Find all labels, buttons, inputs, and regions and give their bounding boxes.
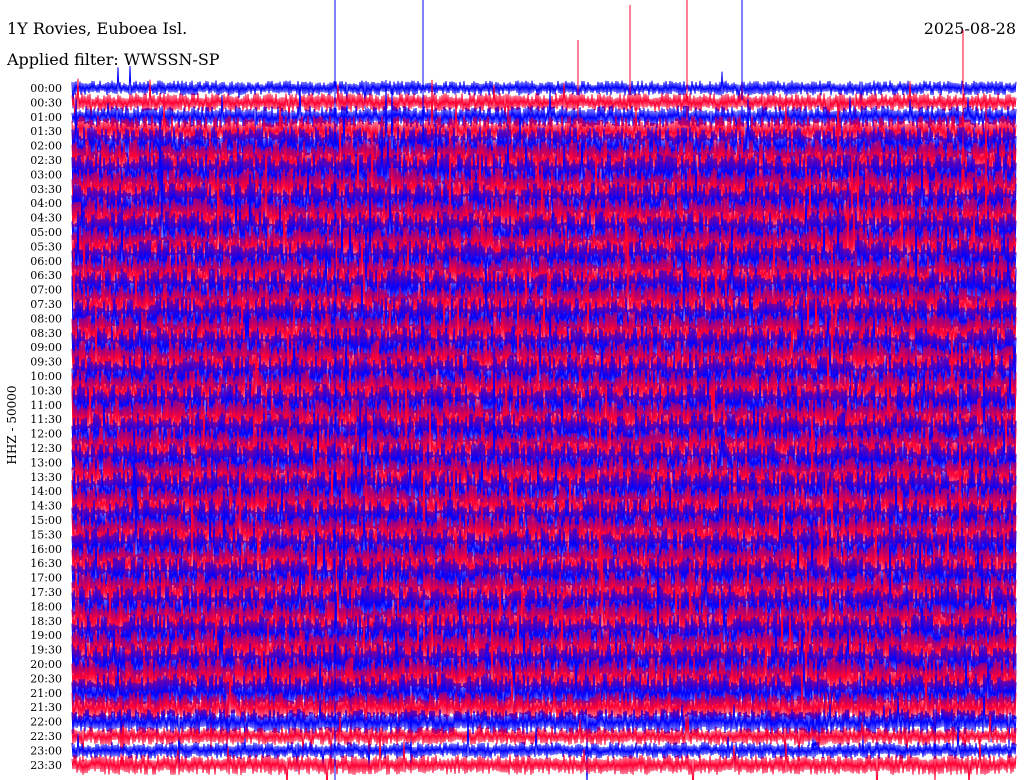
time-tick-label: 14:30	[30, 500, 62, 513]
time-tick-label: 23:00	[30, 744, 62, 757]
time-tick-label: 22:30	[30, 730, 62, 743]
time-tick-label: 13:00	[30, 456, 62, 469]
time-tick-label: 02:00	[30, 140, 62, 153]
time-tick-label: 08:30	[30, 327, 62, 340]
time-tick-label: 14:00	[30, 485, 62, 498]
time-tick-label: 03:00	[30, 168, 62, 181]
time-tick-label: 07:00	[30, 284, 62, 297]
helicorder-plot: 00:0000:30 01:0001:30 02:0002:3003:00 03:30…	[30, 0, 1017, 780]
time-tick-label: 01:00	[30, 111, 62, 124]
time-tick-label: 19:30	[30, 644, 62, 657]
time-tick-label: 17:00	[30, 572, 62, 585]
time-tick-label: 21:00	[30, 687, 62, 700]
time-tick-label: 05:00	[30, 226, 62, 239]
time-tick-label: 09:30	[30, 356, 62, 369]
time-tick-label: 01:30	[30, 125, 62, 138]
time-tick-label: 10:00	[30, 370, 62, 383]
time-tick-label: 11:00	[30, 399, 62, 412]
time-tick-label: 00:30	[30, 96, 62, 109]
time-tick-label: 16:30	[30, 557, 62, 570]
time-tick-label: 16:00	[30, 543, 62, 556]
time-tick-label: 22:00	[30, 716, 62, 729]
time-tick-label: 02:30	[30, 154, 62, 167]
time-tick-label: 04:30	[30, 212, 62, 225]
time-tick-label: 12:30	[30, 442, 62, 455]
time-tick-label: 03:30	[30, 183, 62, 196]
time-tick-label: 08:00	[30, 312, 62, 325]
time-tick-label: 07:30	[30, 298, 62, 311]
time-tick-label: 20:30	[30, 672, 62, 685]
time-tick-label: 09:00	[30, 341, 62, 354]
time-tick-label: 15:00	[30, 514, 62, 527]
time-tick-label: 18:30	[30, 615, 62, 628]
time-tick-label: 18:00	[30, 600, 62, 613]
time-tick-label: 00:00	[30, 82, 62, 95]
time-tick-label: 21:30	[30, 701, 62, 714]
time-tick-label: 05:30	[30, 240, 62, 253]
time-tick-label: 17:30	[30, 586, 62, 599]
time-tick-label: 15:30	[30, 528, 62, 541]
time-tick-label: 10:30	[30, 384, 62, 397]
time-tick-label: 06:00	[30, 255, 62, 268]
time-tick-label: 20:00	[30, 658, 62, 671]
time-tick-label: 12:00	[30, 428, 62, 441]
time-tick-label: 19:00	[30, 629, 62, 642]
time-tick-label: 23:30	[30, 759, 62, 772]
time-tick-label: 04:00	[30, 197, 62, 210]
time-tick-label: 06:30	[30, 269, 62, 282]
time-tick-label: 11:30	[30, 413, 62, 426]
time-tick-label: 13:30	[30, 471, 62, 484]
